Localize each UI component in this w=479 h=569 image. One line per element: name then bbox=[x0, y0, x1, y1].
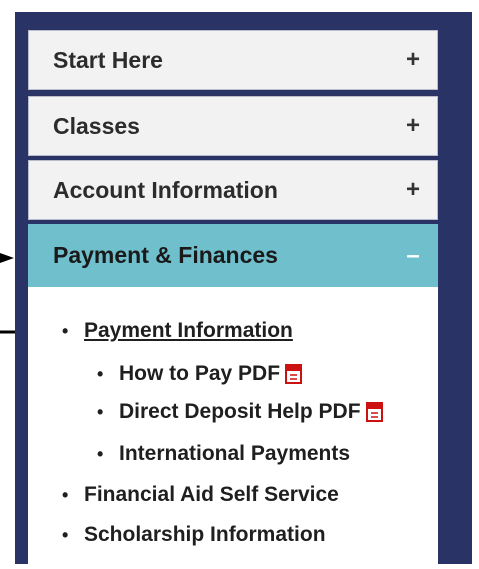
list-item: • How to Pay PDF bbox=[97, 362, 304, 386]
expand-icon[interactable]: + bbox=[403, 46, 423, 74]
link-payment-information[interactable]: Payment Information bbox=[84, 319, 293, 343]
accordion-label: Account Information bbox=[53, 176, 278, 203]
link-direct-deposit-help-pdf[interactable]: Direct Deposit Help PDF bbox=[119, 400, 361, 424]
accordion-account-information[interactable]: Account Information + bbox=[28, 160, 438, 220]
list-item: • Payment Information bbox=[62, 319, 293, 343]
collapse-icon[interactable]: – bbox=[403, 242, 423, 270]
link-financial-aid-self-service[interactable]: Financial Aid Self Service bbox=[84, 483, 339, 507]
list-item: • International Payments bbox=[97, 442, 350, 466]
accordion-label: Payment & Finances bbox=[53, 242, 278, 268]
list-item: • Financial Aid Self Service bbox=[62, 483, 339, 507]
link-how-to-pay-pdf[interactable]: How to Pay PDF bbox=[119, 362, 280, 386]
bullet: • bbox=[97, 401, 104, 422]
bullet: • bbox=[62, 484, 69, 505]
accordion-payment-finances[interactable]: Payment & Finances – bbox=[28, 224, 438, 287]
list-item: • Direct Deposit Help PDF bbox=[97, 400, 385, 424]
pdf-icon bbox=[285, 364, 303, 384]
expand-icon[interactable]: + bbox=[403, 112, 423, 140]
accordion-label: Start Here bbox=[53, 46, 163, 73]
bullet: • bbox=[62, 524, 69, 545]
accordion-label: Classes bbox=[53, 112, 140, 139]
link-scholarship-information[interactable]: Scholarship Information bbox=[84, 523, 326, 547]
bullet: • bbox=[97, 363, 104, 384]
link-international-payments[interactable]: International Payments bbox=[119, 442, 350, 466]
accordion-start-here[interactable]: Start Here + bbox=[28, 30, 438, 90]
accordion-classes[interactable]: Classes + bbox=[28, 96, 438, 156]
arrow-right-icon bbox=[0, 253, 14, 263]
bullet: • bbox=[97, 443, 104, 464]
list-item: • Scholarship Information bbox=[62, 523, 326, 547]
pdf-icon bbox=[365, 402, 383, 422]
bullet: • bbox=[62, 320, 69, 341]
expand-icon[interactable]: + bbox=[403, 176, 423, 204]
